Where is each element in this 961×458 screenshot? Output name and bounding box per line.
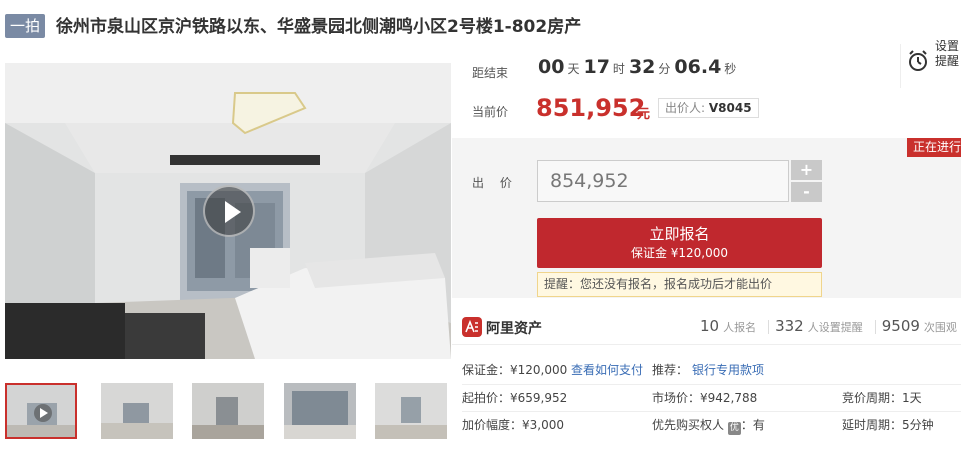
reminders-unit: 人设置提醒 <box>807 321 863 334</box>
countdown-minutes: 32 <box>628 56 656 78</box>
priority-label: 优先购买权人 <box>652 418 725 432</box>
countdown-seconds-unit: 秒 <box>724 62 737 76</box>
bank-fund-link[interactable]: 银行专用款项 <box>692 361 764 378</box>
countdown-seconds: 06.4 <box>674 56 722 78</box>
priority-purchase: 优先购买权人 优：有 <box>652 416 765 435</box>
divider <box>768 320 770 334</box>
recommend-label: 推荐： <box>652 363 689 377</box>
countdown-hours: 17 <box>583 56 610 78</box>
auction-info-panel: 距结束 00 天 17 时 32 分 06.4 秒 设置提醒 当前价 851,952 元 出价… <box>452 39 961 458</box>
set-reminder-button[interactable]: 设置提醒 <box>900 39 961 88</box>
ali-assets-logo-icon <box>462 317 482 337</box>
set-reminder-label: 设置提醒 <box>935 39 960 68</box>
thumbnail-image <box>101 383 173 439</box>
countdown-label: 距结束 <box>472 66 509 80</box>
thumbnail-4[interactable] <box>284 383 356 439</box>
countdown-row: 距结束 00 天 17 时 32 分 06.4 秒 设置提醒 <box>452 39 961 88</box>
signups-unit: 人报名 <box>723 321 757 334</box>
current-price-row: 当前价 851,952 元 出价人: V8045 <box>452 94 961 124</box>
countdown-days: 00 <box>538 56 565 78</box>
deposit-amount: 保证金：¥120,000 <box>462 363 568 377</box>
bidder-tag: 出价人: V8045 <box>658 98 759 118</box>
bid-label: 出 价 <box>472 176 518 190</box>
current-price-value: 851,952 <box>536 94 646 122</box>
auction-stats: 10 人报名 332 人设置提醒 9509 次围观 <box>700 317 961 335</box>
page-title: 徐州市泉山区京沪铁路以东、华盛景园北侧潮鸣小区2号楼1-802房产 <box>56 17 582 37</box>
bidder-id: V8045 <box>708 101 752 115</box>
bidder-label: 出价人: <box>665 101 706 115</box>
detail-row-deposit: 保证金：¥120,000 查看如何支付 推荐： 银行专用款项 <box>462 357 961 383</box>
detail-row-rules: 加价幅度：¥3,000 优先购买权人 优：有 延时周期：5分钟 <box>462 411 961 437</box>
thumbnail-2[interactable] <box>101 383 173 439</box>
main-photo[interactable] <box>5 63 451 359</box>
countdown-minutes-unit: 分 <box>658 62 671 76</box>
deposit-label: 保证金 ¥120,000 <box>630 246 729 260</box>
platform-name: 阿里资产 <box>486 321 542 337</box>
bid-panel: 正在进行 出 价 854,952 + - 立即报名 保证金 ¥120,000 提… <box>452 138 961 298</box>
start-price: 起拍价：¥659,952 <box>462 391 568 405</box>
extension-period: 延时周期：5分钟 <box>842 418 934 432</box>
priority-icon: 优 <box>727 422 741 435</box>
stats-row: 阿里资产 10 人报名 332 人设置提醒 9509 次围观 <box>452 311 961 345</box>
thumbnail-image <box>375 383 447 439</box>
market-price: 市场价：¥942,788 <box>652 391 758 405</box>
status-badge: 正在进行 <box>907 138 961 157</box>
increase-bid-button[interactable]: + <box>791 160 822 180</box>
thumbnail-image <box>284 383 356 439</box>
how-to-pay-link[interactable]: 查看如何支付 <box>571 361 643 378</box>
thumbnail-5[interactable] <box>375 383 447 439</box>
title-bar: 一拍 徐州市泉山区京沪铁路以东、华盛景园北侧潮鸣小区2号楼1-802房产 <box>0 0 961 56</box>
play-icon <box>34 404 52 422</box>
register-now-button[interactable]: 立即报名 保证金 ¥120,000 <box>537 218 822 268</box>
countdown-days-unit: 天 <box>567 62 580 76</box>
countdown-timer: 00 天 17 时 32 分 06.4 秒 <box>538 56 740 78</box>
auction-round-badge: 一拍 <box>5 14 45 38</box>
priority-value: ：有 <box>740 418 765 432</box>
register-now-label: 立即报名 <box>649 225 710 243</box>
video-play-button[interactable] <box>203 185 255 237</box>
decrease-bid-button[interactable]: - <box>791 182 822 202</box>
reminders-count: 332 <box>775 317 804 335</box>
bid-amount-input[interactable]: 854,952 <box>537 160 789 202</box>
thumbnail-3[interactable] <box>192 383 264 439</box>
alarm-clock-icon <box>909 50 927 71</box>
thumbnail-1[interactable] <box>5 383 77 439</box>
detail-row-prices: 起拍价：¥659,952 市场价：¥942,788 竞价周期：1天 <box>462 384 961 410</box>
thumbnail-strip <box>5 383 451 441</box>
divider <box>874 320 876 334</box>
bid-increment: 加价幅度：¥3,000 <box>462 418 564 432</box>
views-unit: 次围观 <box>923 321 957 334</box>
views-count: 9509 <box>881 317 920 335</box>
thumbnail-image <box>192 383 264 439</box>
signups-count: 10 <box>700 317 720 335</box>
countdown-hours-unit: 时 <box>612 62 625 76</box>
current-price-label: 当前价 <box>472 105 509 119</box>
registration-tip: 提醒：您还没有报名，报名成功后才能出价 <box>537 272 822 297</box>
current-price-unit: 元 <box>637 107 651 122</box>
bid-cycle: 竞价周期：1天 <box>842 391 922 405</box>
